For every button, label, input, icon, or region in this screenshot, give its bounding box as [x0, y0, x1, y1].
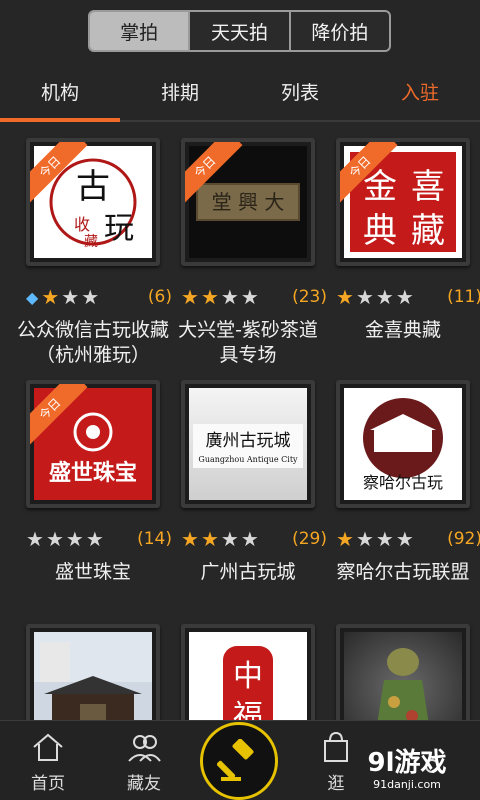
logo-image: 察哈尔古玩	[363, 398, 443, 492]
institution-grid: 古 收 藏 玩 今日 ◆ ★ ★ ★ (6) 公众微信古玩收藏（杭州雅玩） 堂 …	[0, 124, 480, 724]
item-thumbnail[interactable]: 堂 興 大 今日	[181, 138, 315, 266]
star-icon: ★	[395, 527, 414, 551]
star-icon: ★	[200, 527, 219, 551]
star-icon: ★	[375, 285, 394, 309]
watermark-logo: 9l游戏 91danji.com	[342, 748, 472, 796]
sign-text: 堂 興 大	[212, 190, 285, 214]
item-name: 金喜典藏	[364, 319, 441, 341]
friends-icon	[128, 735, 161, 762]
star-icon: ★	[61, 285, 80, 309]
tab-join[interactable]: 入驻	[360, 62, 480, 120]
watermark-url: 91danji.com	[373, 778, 441, 791]
segment-zhangpai[interactable]: 掌拍	[90, 12, 191, 50]
item-name: 公众微信古玩收藏（杭州雅玩）	[16, 319, 169, 366]
star-icon: ★	[181, 285, 199, 309]
star-icon: ★	[220, 285, 239, 309]
svg-text:藏: 藏	[411, 211, 445, 251]
svg-text:廣州古玩城: 廣州古玩城	[206, 431, 291, 451]
segment-tiantianpai[interactable]: 天天拍	[190, 12, 291, 50]
star-icon: ★	[375, 527, 394, 551]
item-thumbnail[interactable]	[26, 624, 160, 724]
star-rating: ★ ★ ★ ★ (11)	[336, 285, 480, 309]
star-icon: ★	[240, 285, 259, 309]
star-icon: ★	[355, 527, 374, 551]
item-name: 盛世珠宝	[54, 561, 131, 583]
segmented-control: 掌拍 天天拍 降价拍	[88, 10, 391, 52]
star-icon: ★	[45, 527, 64, 551]
svg-text:典: 典	[363, 211, 397, 251]
tab-schedule[interactable]: 排期	[120, 62, 240, 120]
star-rating: ★ ★ ★ ★ (23)	[181, 285, 327, 309]
item-name: 察哈尔古玩联盟	[336, 561, 470, 583]
star-icon: ★	[81, 285, 100, 309]
home-icon	[33, 733, 63, 761]
item-thumbnail[interactable]: 中 福	[181, 624, 315, 724]
svg-text:玩: 玩	[104, 211, 134, 246]
tab-strip: 机构 排期 列表 入驻	[0, 62, 480, 122]
star-icon: ★	[395, 285, 414, 309]
building-image	[34, 632, 152, 724]
item-name: 大兴堂-紫砂茶道具专场	[178, 319, 318, 366]
diamond-icon: ◆	[26, 287, 39, 307]
gavel-icon	[217, 739, 254, 781]
star-rating: ★ ★ ★ ★ (14)	[26, 527, 172, 551]
star-icon: ★	[336, 285, 354, 309]
review-count: (29)	[292, 529, 327, 549]
svg-text:察哈尔古玩: 察哈尔古玩	[363, 473, 443, 492]
segment-jiangjiapai[interactable]: 降价拍	[291, 12, 389, 50]
tab-institutions[interactable]: 机构	[0, 62, 120, 122]
svg-text:中: 中	[233, 659, 263, 694]
star-icon: ★	[240, 527, 259, 551]
watermark-text: 9l游戏	[367, 748, 447, 778]
star-icon: ★	[355, 285, 374, 309]
logo-image: 廣州古玩城 Guangzhou Antique City	[193, 424, 303, 468]
review-count: (11)	[447, 287, 480, 307]
nav-home-label: 首页	[31, 774, 65, 794]
star-icon: ★	[200, 285, 219, 309]
star-icon: ★	[85, 527, 104, 551]
nav-home[interactable]: 首页	[0, 721, 96, 800]
star-icon: ★	[220, 527, 239, 551]
nav-friends[interactable]: 藏友	[96, 721, 192, 800]
item-thumbnail[interactable]: 古 收 藏 玩 今日	[26, 138, 160, 266]
svg-text:藏: 藏	[84, 234, 98, 250]
auction-center-button[interactable]	[200, 722, 278, 800]
item-name: 广州古玩城	[200, 561, 296, 583]
star-icon: ★	[181, 527, 199, 551]
star-rating: ★ ★ ★ ★ (29)	[181, 527, 327, 551]
svg-text:Guangzhou Antique City: Guangzhou Antique City	[198, 455, 298, 464]
review-count: (6)	[147, 287, 172, 307]
star-icon: ★	[65, 527, 84, 551]
svg-text:古: 古	[76, 167, 110, 207]
item-thumbnail[interactable]: 金 喜 典 藏 今日	[336, 138, 470, 266]
item-thumbnail[interactable]: 察哈尔古玩	[336, 380, 470, 508]
star-rating: ◆ ★ ★ ★ (6)	[26, 285, 172, 309]
review-count: (23)	[292, 287, 327, 307]
figurine-image	[377, 648, 429, 724]
nav-friends-label: 藏友	[127, 774, 161, 794]
star-icon: ★	[336, 527, 354, 551]
top-bar: 掌拍 天天拍 降价拍	[0, 0, 480, 62]
svg-text:收: 收	[74, 215, 90, 234]
star-icon: ★	[41, 285, 60, 309]
star-icon: ★	[26, 527, 44, 551]
item-thumbnail[interactable]	[336, 624, 470, 724]
svg-text:盛世珠宝: 盛世珠宝	[49, 460, 137, 486]
seal-image: 中 福	[223, 646, 273, 724]
item-thumbnail[interactable]: 廣州古玩城 Guangzhou Antique City	[181, 380, 315, 508]
tab-list[interactable]: 列表	[240, 62, 360, 120]
review-count: (92)	[447, 529, 480, 549]
review-count: (14)	[137, 529, 172, 549]
item-thumbnail[interactable]: 盛世珠宝 今日	[26, 380, 160, 508]
svg-text:喜: 喜	[411, 167, 445, 207]
star-rating: ★ ★ ★ ★ (92)	[336, 527, 480, 551]
